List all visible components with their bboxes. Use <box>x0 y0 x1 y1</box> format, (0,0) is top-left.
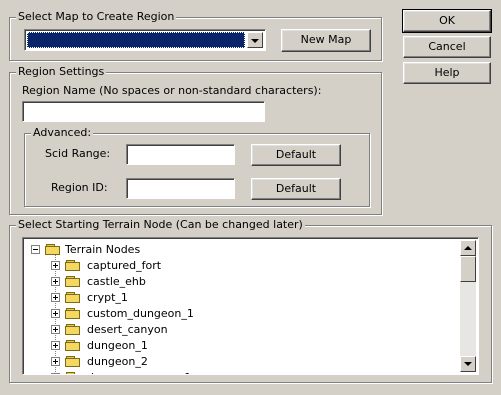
region-id-label: Region ID: <box>51 181 108 194</box>
vertical-scrollbar[interactable] <box>460 240 476 372</box>
tree-node-label: dungeon_1 <box>87 339 148 352</box>
region-settings-legend: Region Settings <box>16 65 107 78</box>
tree-node-label: dungeon_2 <box>87 355 148 368</box>
expand-icon[interactable] <box>51 309 60 318</box>
folder-icon <box>65 372 81 374</box>
cancel-button[interactable]: Cancel <box>403 36 491 58</box>
tree-node-label: desert_canyon <box>87 323 168 336</box>
scid-default-button[interactable]: Default <box>251 144 341 166</box>
folder-icon <box>65 276 81 288</box>
map-select-value <box>27 32 245 48</box>
expand-icon[interactable] <box>51 373 60 374</box>
scroll-up-button[interactable] <box>460 240 476 256</box>
advanced-legend: Advanced: <box>31 126 94 139</box>
region-name-input[interactable] <box>22 101 265 122</box>
expand-icon[interactable] <box>51 261 60 270</box>
chevron-down-icon <box>251 39 259 43</box>
terrain-tree[interactable]: Terrain Nodes captured_fort castle_ehb c… <box>22 237 479 375</box>
map-select[interactable] <box>24 29 266 51</box>
tree-root-label: Terrain Nodes <box>65 243 141 256</box>
region-id-default-button[interactable]: Default <box>251 178 341 200</box>
chevron-down-icon <box>464 362 472 366</box>
scroll-thumb[interactable] <box>460 256 476 282</box>
region-name-label: Region Name (No spaces or non-standard c… <box>22 84 322 97</box>
folder-icon <box>45 244 61 256</box>
chevron-up-icon <box>464 246 472 250</box>
tree-node-label: custom_dungeon_1 <box>87 307 194 320</box>
tree-node-label: captured_fort <box>87 259 162 272</box>
tree-node-label: crypt_1 <box>87 291 128 304</box>
dropdown-button[interactable] <box>247 32 263 48</box>
scroll-down-button[interactable] <box>460 356 476 372</box>
scid-range-input[interactable] <box>126 144 235 165</box>
expand-icon[interactable] <box>51 277 60 286</box>
folder-icon <box>65 308 81 320</box>
collapse-icon[interactable] <box>31 245 40 254</box>
expand-icon[interactable] <box>51 341 60 350</box>
tree-node-label: dungeon_copper_1 <box>87 370 191 374</box>
map-group-legend: Select Map to Create Region <box>16 10 177 23</box>
folder-icon <box>65 292 81 304</box>
new-map-button[interactable]: New Map <box>281 29 371 52</box>
region-id-input[interactable] <box>126 178 235 199</box>
folder-icon <box>65 356 81 368</box>
expand-icon[interactable] <box>51 357 60 366</box>
expand-icon[interactable] <box>51 325 60 334</box>
folder-icon <box>65 260 81 272</box>
scid-range-label: Scid Range: <box>45 147 111 160</box>
ok-button[interactable]: OK <box>402 9 492 33</box>
expand-icon[interactable] <box>51 293 60 302</box>
tree-node-label: castle_ehb <box>87 275 146 288</box>
terrain-legend: Select Starting Terrain Node (Can be cha… <box>16 218 305 231</box>
help-button[interactable]: Help <box>403 62 491 84</box>
folder-icon <box>65 340 81 352</box>
folder-icon <box>65 324 81 336</box>
